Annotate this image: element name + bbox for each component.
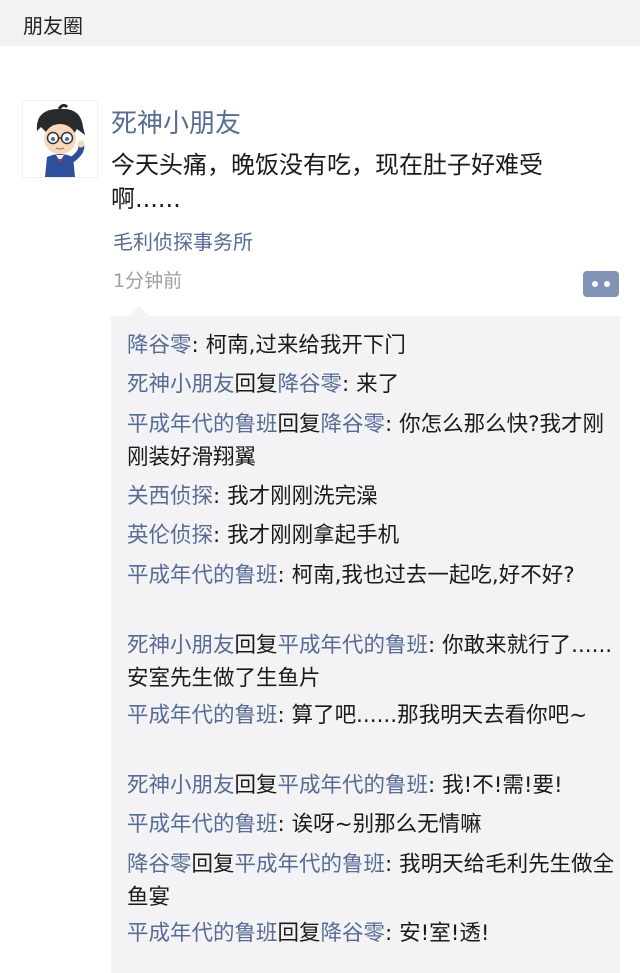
comment-list: 降谷零: 柯南,过来给我开下门 死神小朋友回复降谷零: 来了 平成年代的鲁班回复… — [111, 306, 620, 973]
comment-reply-word: 回复 — [234, 633, 278, 658]
comment-reply-target[interactable]: 平成年代的鲁班 — [235, 852, 386, 877]
conan-avatar-icon — [36, 103, 85, 177]
comment-separator: : — [385, 412, 400, 437]
comment-separator: : — [385, 852, 400, 877]
comment-reply-target[interactable]: 降谷零 — [321, 412, 386, 437]
post-timestamp: 1分钟前 — [113, 270, 183, 292]
comment-text: 我才刚刚拿起手机 — [227, 523, 400, 548]
comment-reply-target[interactable]: 降谷零 — [278, 372, 343, 397]
comment-reply-word: 回复 — [234, 773, 278, 798]
comment-author[interactable]: 降谷零 — [127, 852, 192, 877]
comment-item[interactable]: 死神小朋友回复平成年代的鲁班: 你敢来就行了......安室先生做了生鱼片 — [127, 629, 617, 695]
comment-separator: : — [213, 523, 228, 548]
comment-author[interactable]: 死神小朋友 — [127, 633, 235, 658]
comment-author[interactable]: 平成年代的鲁班 — [127, 812, 278, 837]
comment-item[interactable]: 平成年代的鲁班回复降谷零: 安!室!透! — [127, 917, 617, 950]
comment-author[interactable]: 关西侦探 — [127, 484, 213, 509]
comment-reply-target[interactable]: 降谷零 — [321, 921, 386, 946]
comment-author[interactable]: 降谷零 — [127, 333, 192, 358]
comment-item[interactable]: 平成年代的鲁班回复降谷零: 你怎么那么快?我才刚刚装好滑翔翼 — [127, 408, 617, 474]
moments-page: 朋友圈 死神小朋友 今天头痛，晚饭没有吃，现在肚子好难受啊...... 毛利侦探… — [0, 0, 640, 973]
comment-item[interactable]: 平成年代的鲁班: 柯南,我也过去一起吃,好不好? — [127, 559, 617, 592]
comment-separator: : — [277, 703, 292, 728]
comment-item[interactable]: 死神小朋友回复降谷零: 来了 — [127, 368, 617, 401]
comment-reply-word: 回复 — [191, 852, 235, 877]
comment-reply-word: 回复 — [277, 412, 321, 437]
page-title: 朋友圈 — [23, 14, 83, 38]
comment-author[interactable]: 死神小朋友 — [127, 372, 235, 397]
post-username[interactable]: 死神小朋友 — [111, 103, 241, 140]
comment-author[interactable]: 英伦侦探 — [127, 523, 213, 548]
comment-item[interactable]: 关西侦探: 我才刚刚洗完澡 — [127, 480, 617, 513]
comment-dots-icon[interactable] — [582, 270, 620, 298]
post-text: 今天头痛，晚饭没有吃，现在肚子好难受啊...... — [111, 151, 543, 213]
comment-separator: : — [277, 563, 292, 588]
comment-author[interactable]: 平成年代的鲁班 — [127, 563, 278, 588]
comment-text: 柯南,过来给我开下门 — [205, 333, 406, 358]
comment-author[interactable]: 平成年代的鲁班 — [127, 412, 278, 437]
comment-text: 诶呀~别那么无情嘛 — [291, 812, 482, 837]
comment-separator: : — [342, 372, 357, 397]
comment-item[interactable]: 英伦侦探: 我才刚刚拿起手机 — [127, 519, 617, 552]
top-bar: 朋友圈 — [0, 0, 640, 46]
comment-text: 柯南,我也过去一起吃,好不好? — [291, 563, 575, 588]
comment-item[interactable]: 平成年代的鲁班: 诶呀~别那么无情嘛 — [127, 808, 617, 841]
comment-separator: : — [385, 921, 400, 946]
comment-reply-target[interactable]: 平成年代的鲁班 — [278, 633, 429, 658]
comment-author[interactable]: 死神小朋友 — [127, 773, 235, 798]
comment-item[interactable]: 降谷零回复平成年代的鲁班: 我明天给毛利先生做全鱼宴 — [127, 848, 617, 914]
comment-item[interactable]: 平成年代的鲁班: 算了吧......那我明天去看你吧~ — [127, 699, 617, 732]
post-location[interactable]: 毛利侦探事务所 — [113, 226, 253, 255]
comment-text: 我才刚刚洗完澡 — [227, 484, 378, 509]
comment-author[interactable]: 平成年代的鲁班 — [127, 921, 278, 946]
comment-separator: : — [428, 773, 443, 798]
comment-item[interactable]: 降谷零: 柯南,过来给我开下门 — [127, 329, 617, 362]
comment-text: 我!不!需!要! — [442, 773, 563, 798]
comment-item[interactable]: 死神小朋友回复平成年代的鲁班: 我!不!需!要! — [127, 769, 617, 802]
comment-separator: : — [277, 812, 292, 837]
comment-separator: : — [191, 333, 206, 358]
comment-separator: : — [428, 633, 443, 658]
avatar[interactable] — [22, 100, 98, 178]
comment-text: 算了吧......那我明天去看你吧~ — [291, 703, 588, 728]
comment-text: 安!室!透! — [399, 921, 490, 946]
comment-separator: : — [213, 484, 228, 509]
comment-reply-word: 回复 — [234, 372, 278, 397]
comment-text: 来了 — [356, 372, 400, 397]
comment-reply-word: 回复 — [277, 921, 321, 946]
comment-reply-target[interactable]: 平成年代的鲁班 — [278, 773, 429, 798]
comment-author[interactable]: 平成年代的鲁班 — [127, 703, 278, 728]
